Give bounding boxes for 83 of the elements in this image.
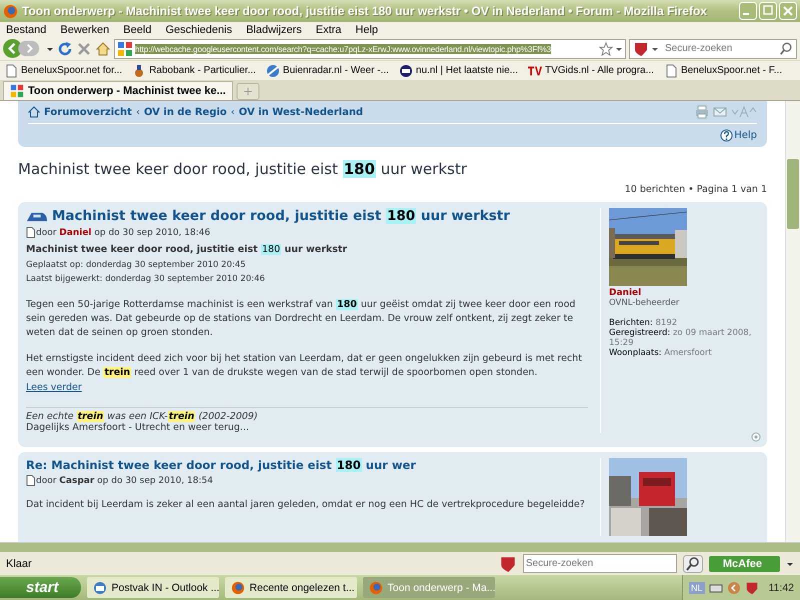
mail-icon <box>92 580 107 594</box>
article-meta: Laatst bijgewerkt: donderdag 30 september 2010 20:46 <box>26 273 266 286</box>
site-icon <box>117 40 133 56</box>
bookmark-item[interactable]: BeneluxSpoor.net for... <box>4 64 122 78</box>
breadcrumb-link[interactable]: Forumoverzicht <box>44 106 132 118</box>
pagination-info: 10 berichten • Pagina 1 van 1 <box>624 184 767 195</box>
page-icon <box>4 64 18 78</box>
article-heading: Machinist twee keer door rood, justitie eist 180 uur werkstr <box>26 244 348 255</box>
envelope-icon[interactable] <box>713 105 727 119</box>
post-title-link[interactable]: Re: Machinist twee keer door rood, justitie eist 180 uur wer <box>26 458 416 472</box>
breadcrumb-separator: ‹ <box>136 106 140 118</box>
menu-item[interactable]: Bestand <box>6 24 46 36</box>
window-title: Toon onderwerp - Machinist twee keer door rood, justitie eist 180 uur werkstr • OV in Nederland • Forum - Mozilla Firefox <box>22 4 708 18</box>
breadcrumb-link[interactable]: OV in West-Nederland <box>238 106 364 118</box>
post-byline: door Daniel op do 30 sep 2010, 18:46 <box>36 228 210 238</box>
post-paragraph: Dat incident bij Leerdam is zeker al een aantal jaren geleden, omdat er nog een HC de vertrekprocedure begeleidde? <box>26 498 586 512</box>
vertical-scrollbar[interactable] <box>785 101 800 542</box>
breadcrumb-separator: ‹ <box>230 106 235 118</box>
news-icon <box>398 64 413 78</box>
horizontal-scrollbar[interactable] <box>0 542 800 552</box>
post-byline: door Caspar op do 30 sep 2010, 18:54 <box>36 476 213 486</box>
breadcrumb-link[interactable]: OV in de Regio <box>144 106 227 118</box>
site-icon <box>10 84 24 98</box>
maximize-icon[interactable] <box>759 2 777 20</box>
home-icon[interactable] <box>95 40 111 56</box>
browser-tab[interactable]: Toon onderwerp - Machinist twee ke... <box>3 81 233 100</box>
minimize-icon[interactable] <box>739 2 757 20</box>
search-field[interactable]: Secure-zoeken <box>629 38 797 58</box>
printer-icon[interactable] <box>695 105 709 119</box>
shield-icon[interactable] <box>498 554 517 572</box>
bookmark-item[interactable]: TVGids.nl - Alle progra... <box>528 64 654 78</box>
browser-icon <box>368 580 383 594</box>
bookmark-item[interactable]: Rabobank - Particulier... <box>132 64 256 78</box>
menu-item[interactable]: Bewerken <box>60 24 110 36</box>
reload-icon[interactable] <box>57 40 73 56</box>
post-title-link[interactable]: Machinist twee keer door rood, justitie eist 180 uur werkstr <box>52 208 510 224</box>
signature-line: Dagelijks Amersfoort - Utrecht en weer terug... <box>26 422 250 433</box>
search-field[interactable]: Secure-zoeken <box>522 554 677 573</box>
page-icon <box>26 475 35 486</box>
shield-icon[interactable] <box>633 40 649 56</box>
new-tab-icon[interactable] <box>236 83 260 100</box>
help-icon[interactable] <box>720 129 734 142</box>
page-icon <box>664 64 678 78</box>
menu-item[interactable]: Extra <box>316 24 342 36</box>
shield-icon[interactable] <box>744 580 758 594</box>
bookmark-item[interactable]: Buienradar.nl - Weer -... <box>266 64 389 78</box>
home-icon[interactable] <box>28 106 40 118</box>
clock: 11:42 <box>768 582 794 594</box>
browser-icon <box>230 580 245 594</box>
search-icon[interactable] <box>779 42 793 56</box>
menu-item[interactable]: Help <box>355 24 378 36</box>
read-more-link[interactable]: Lees verder <box>26 382 82 393</box>
tv-icon <box>528 64 542 78</box>
help-link[interactable]: Help <box>720 129 757 142</box>
scrollbar-thumb[interactable] <box>787 159 799 229</box>
post-paragraph: Het ernstigste incident deed zich voor bij het station van Leerdam, dat er geen ongelukken zijn gebeurd is met recht een wonder. De trein reed over 1 van de drukste wegen van de stad terwijl de spoorbomen open stonden. <box>26 352 583 380</box>
profile-field: Geregistreerd: zo 09 maart 2008, 15:29 <box>609 328 759 348</box>
star-icon[interactable] <box>599 42 613 56</box>
post-paragraph: Tegen een 50-jarige Rotterdamse machinist is een werkstraf van 180 uur geëist omdat zij twee keer door een rood sein gereden was. Dat gebeurde op de stations van Dordrecht en Leerdam. De vrouw zelf ontkent, zij zegt zeker te weten dat de seinen op groen stonden. <box>26 298 576 340</box>
article-meta: Geplaatst op: donderdag 30 september 2010 20:45 <box>26 259 247 272</box>
page-icon <box>26 227 35 238</box>
author-rank: OVNL-beheerder <box>609 298 680 308</box>
menu-item[interactable]: Geschiedenis <box>165 24 232 36</box>
profile-field: Woonplaats: Amersfoort <box>609 348 759 358</box>
menu-item[interactable]: Beeld <box>123 24 152 36</box>
globe-icon <box>266 64 280 78</box>
bookmark-item[interactable]: BeneluxSpoor.net - F... <box>664 64 782 78</box>
status-text: Klaar <box>6 558 32 570</box>
bookmark-item[interactable]: nu.nl | Het laatste nie... <box>398 64 518 78</box>
profile-field: Berichten: 8192 <box>609 318 759 328</box>
address-text: http://webcache.googleusercontent.com/search?q=cache:u7pqLz-xErwJ:www.ovinnederland.nl/viewtopic.php%3Ff%3 <box>135 44 552 54</box>
close-icon[interactable] <box>779 2 797 20</box>
back-to-top-icon[interactable] <box>751 432 761 442</box>
taskbar-item[interactable]: Postvak IN - Outlook ... <box>86 577 219 598</box>
start-button[interactable]: start <box>0 577 81 598</box>
taskbar-item[interactable]: Recente ongelezen t... <box>224 577 357 598</box>
topic-title: Machinist twee keer door rood, justitie eist 180 uur werkstr <box>18 160 468 178</box>
signature-line: Een echte trein was een ICK-trein (2002-2009) <box>26 411 259 422</box>
browser-icon <box>3 4 18 18</box>
stop-icon[interactable] <box>76 40 92 56</box>
search-icon[interactable] <box>682 554 703 572</box>
menu-item[interactable]: Bladwijzers <box>246 24 302 36</box>
author-link[interactable]: Daniel <box>609 288 759 298</box>
